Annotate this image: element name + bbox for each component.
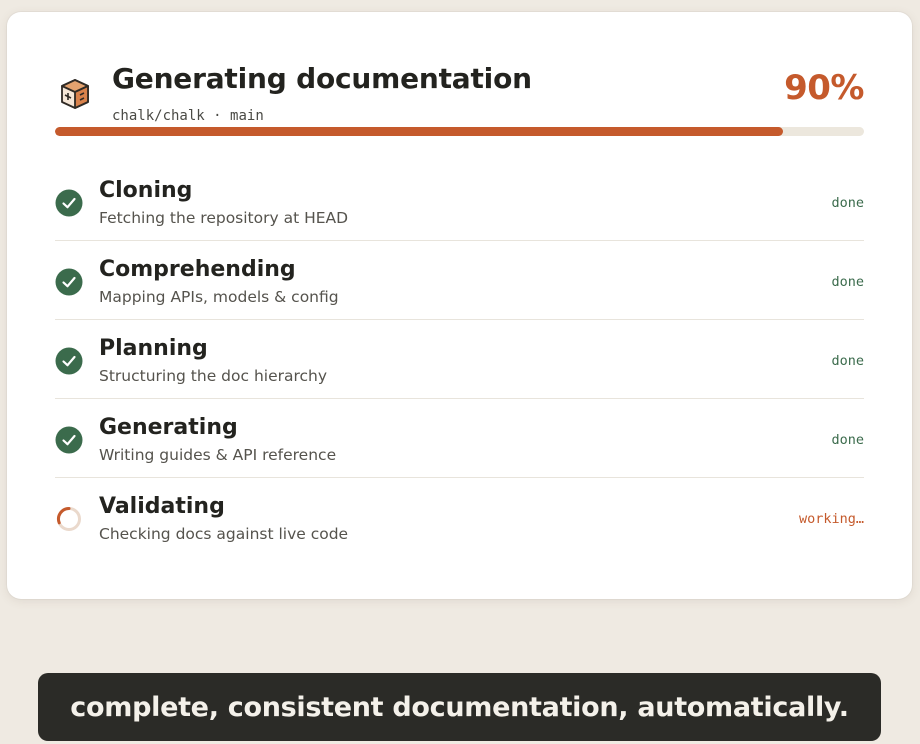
spinner-icon	[57, 506, 81, 531]
step-description: Fetching the repository at HEAD	[99, 209, 349, 227]
card-header: Generating documentation chalk/chalk · m…	[55, 62, 864, 130]
step-status: done	[831, 274, 864, 290]
step-title: Cloning	[99, 178, 193, 203]
page-title: Generating documentation	[112, 62, 532, 95]
step-status: working…	[798, 511, 864, 527]
progress-bar	[55, 127, 864, 136]
step-row-comprehending: Comprehending Mapping APIs, models & con…	[55, 241, 864, 320]
step-title: Planning	[99, 336, 208, 361]
step-list: Cloning Fetching the repository at HEAD …	[55, 162, 864, 557]
step-row-validating: Validating Checking docs against live co…	[55, 478, 864, 557]
step-description: Writing guides & API reference	[99, 446, 337, 464]
step-status: done	[831, 353, 864, 369]
step-description: Checking docs against live code	[99, 525, 349, 543]
package-box-icon	[61, 79, 89, 109]
repo-branch-label: chalk/chalk · main	[112, 108, 264, 124]
progress-card: Generating documentation chalk/chalk · m…	[7, 12, 912, 599]
step-status: done	[831, 432, 864, 448]
caption-bar: complete, consistent documentation, auto…	[38, 673, 881, 741]
step-row-planning: Planning Structuring the doc hierarchy d…	[55, 320, 864, 399]
step-row-cloning: Cloning Fetching the repository at HEAD …	[55, 162, 864, 241]
branch-name: main	[230, 108, 264, 124]
check-circle-icon	[55, 268, 83, 296]
step-row-generating: Generating Writing guides & API referenc…	[55, 399, 864, 478]
check-circle-icon	[55, 347, 83, 375]
stage: Generating documentation chalk/chalk · m…	[0, 0, 920, 744]
separator-dot: ·	[213, 108, 222, 124]
step-description: Structuring the doc hierarchy	[99, 367, 328, 385]
step-title: Validating	[99, 494, 225, 519]
check-circle-icon	[55, 426, 83, 454]
step-title: Generating	[99, 415, 238, 440]
step-status: done	[831, 195, 864, 211]
caption-text: complete, consistent documentation, auto…	[70, 691, 849, 723]
step-title: Comprehending	[99, 257, 296, 282]
step-description: Mapping APIs, models & config	[99, 288, 339, 306]
repo-name: chalk/chalk	[112, 108, 205, 124]
check-circle-icon	[55, 189, 83, 217]
progress-percent: 90%	[784, 68, 864, 108]
progress-bar-fill	[55, 127, 784, 136]
